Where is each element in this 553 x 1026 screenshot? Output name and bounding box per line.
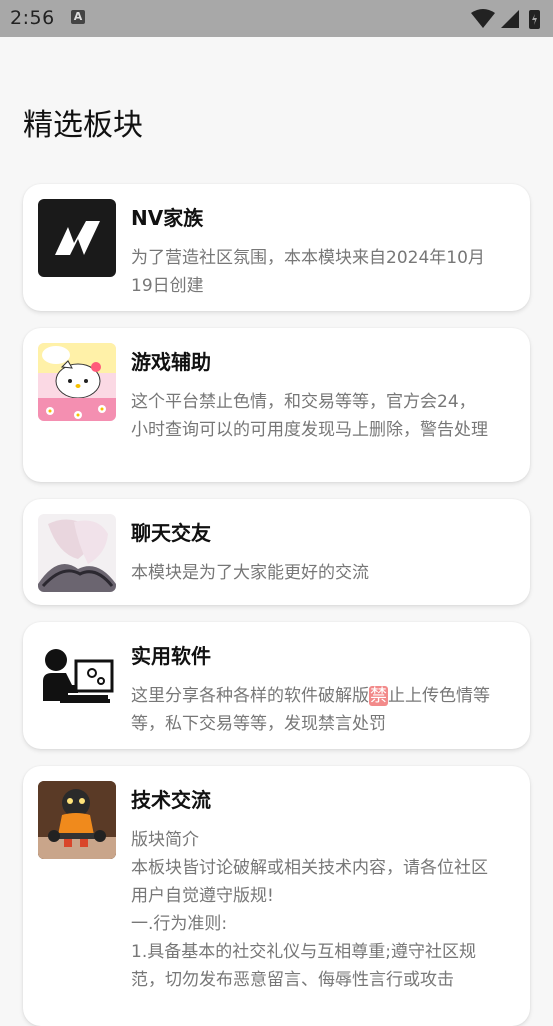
card-title: 游戏辅助 — [131, 350, 211, 374]
board-card-nv[interactable]: NV家族 为了营造社区氛围，本本模块来自2024年10月19日创建 — [23, 184, 530, 311]
nv-logo-icon — [38, 199, 116, 277]
hello-kitty-thumb-icon — [38, 343, 116, 421]
card-title: 技术交流 — [131, 788, 211, 812]
card-desc: 这里分享各种各样的软件破解版禁止上传色情等等，私下交易等等，发现禁言处罚 — [131, 682, 491, 738]
wifi-icon — [471, 9, 495, 28]
board-card-software[interactable]: 实用软件 这里分享各种各样的软件破解版禁止上传色情等等，私下交易等等，发现禁言处… — [23, 622, 530, 749]
card-desc: 本模块是为了大家能更好的交流 — [131, 563, 369, 583]
signal-icon — [501, 10, 519, 28]
card-desc: 版块简介 本板块皆讨论破解或相关技术内容，请各位社区用户自觉遵守版规! 一.行为… — [131, 830, 488, 990]
anime-thumb-icon — [38, 514, 116, 592]
card-desc: 这个平台禁止色情，和交易等等，官方会24，小时查询可以的可用度发现马上删除，警告… — [131, 392, 488, 440]
card-title: NV家族 — [131, 206, 204, 230]
page-title: 精选板块 — [23, 108, 143, 143]
status-time: 2:56 — [10, 7, 55, 29]
board-card-chat[interactable]: 聊天交友 本模块是为了大家能更好的交流 — [23, 499, 530, 605]
status-icons — [471, 9, 540, 29]
card-title: 聊天交友 — [131, 521, 211, 545]
status-bar: 2:56 A — [0, 0, 553, 37]
desc-pre: 这里分享各种各样的软件破解版 — [131, 686, 369, 706]
board-card-game[interactable]: 游戏辅助 这个平台禁止色情，和交易等等，官方会24，小时查询可以的可用度发现马上… — [23, 328, 530, 482]
forbid-emoji-icon: 禁 — [369, 686, 388, 706]
computer-user-thumb-icon — [38, 637, 116, 715]
card-desc: 为了营造社区氛围，本本模块来自2024年10月19日创建 — [131, 248, 485, 296]
card-title: 实用软件 — [131, 644, 211, 668]
a-badge-icon: A — [71, 10, 85, 24]
board-card-tech[interactable]: 技术交流 版块简介 本板块皆讨论破解或相关技术内容，请各位社区用户自觉遵守版规!… — [23, 766, 530, 1026]
robot-figure-thumb-icon — [38, 781, 116, 859]
